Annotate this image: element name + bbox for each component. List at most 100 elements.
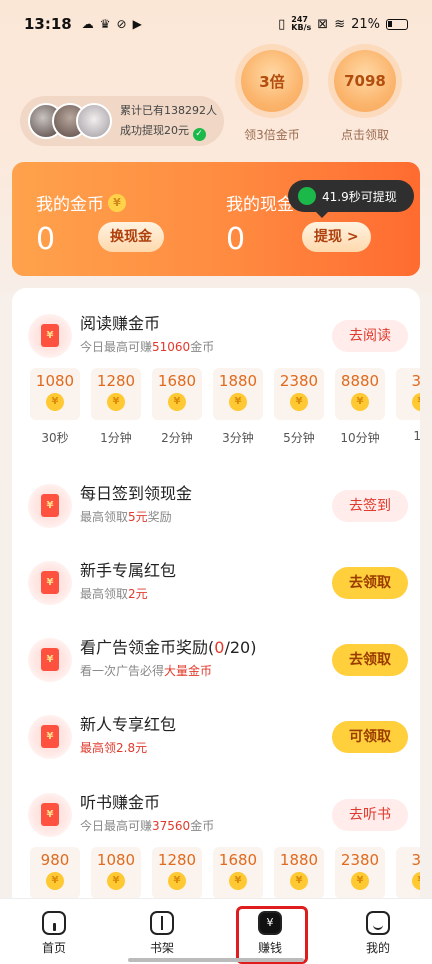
battery-percent: 21% — [351, 16, 380, 32]
coin-icon: ¥ — [290, 393, 308, 411]
clock: 13:18 — [24, 15, 72, 33]
tab-home[interactable]: 首页 — [0, 899, 108, 964]
task-newcomer-red-packet: ¥ 新人专享红包 最高领2.8元 可领取 — [12, 709, 420, 769]
task-title: 阅读赚金币 — [80, 314, 161, 333]
coin-icon: ¥ — [168, 872, 186, 890]
withdraw-success-text: 成功提现20元 — [120, 124, 189, 137]
tier-item[interactable]: 32¥ — [396, 847, 420, 899]
sim-off-icon: ⊠ — [317, 16, 329, 32]
check-in-button[interactable]: 去签到 — [332, 490, 408, 522]
wechat-icon — [298, 187, 316, 205]
coin-icon: ¥ — [412, 393, 420, 411]
bonus-label[interactable]: 领3倍金币 — [237, 126, 307, 143]
task-watch-ads: ¥ 看广告领金币奖励(0/20) 看一次广告必得大量金币 去领取 — [12, 632, 420, 692]
tab-earn[interactable]: ¥ 赚钱 — [216, 899, 324, 964]
tier-item[interactable]: 1080 ¥30秒 — [30, 368, 80, 446]
coin-icon: ¥ — [412, 872, 420, 890]
task-subtitle: 今日最高可赚37560金币 — [80, 819, 215, 833]
check-icon: ✓ — [192, 128, 206, 141]
coin-icon: ¥ — [290, 872, 308, 890]
coin-icon: ¥ — [351, 872, 369, 890]
cash-value: 0 — [226, 222, 246, 257]
task-title: 新手专属红包 — [80, 561, 177, 580]
reading-reward-tiers: 1080 ¥30秒 1280 ¥1分钟 1680 ¥2分钟 1880 ¥3分钟 2380… — [30, 368, 420, 446]
red-envelope-icon: ¥ — [28, 715, 72, 759]
coin-icon: ¥ — [229, 872, 247, 890]
red-envelope-icon: ¥ — [28, 793, 72, 837]
task-title: 听书赚金币 — [80, 793, 161, 812]
tier-item[interactable]: 1680 ¥2分钟 — [152, 368, 202, 446]
withdraw-countdown-tooltip: 41.9秒可提现 — [288, 180, 414, 218]
home-icon[interactable] — [42, 911, 66, 935]
coin-icon: ¥ — [168, 393, 186, 411]
coin-bubble[interactable]: 3倍 — [241, 50, 303, 112]
bonus-label[interactable]: 点击领取 — [330, 126, 400, 143]
task-newbie-red-packet: ¥ 新手专属红包 最高领取2元 去领取 — [12, 555, 420, 615]
coin-bubble[interactable]: 7098 — [334, 50, 396, 112]
cloud-icon: ☁ — [81, 17, 94, 31]
app-notification-icon: ⊘ — [116, 17, 127, 31]
claimable-button[interactable]: 可领取 — [332, 721, 408, 753]
home-indicator[interactable] — [128, 958, 304, 962]
status-bar: 13:18 ☁ ♛ ⊘ ▶ ▯ 247 KB/s ⊠ ≋ 21% — [0, 0, 432, 48]
net-speed: 247 KB/s — [291, 15, 312, 32]
coin-icon: ¥ — [351, 393, 369, 411]
social-proof-pill: 累计已有138292人 成功提现20元 ✓ — [20, 96, 224, 146]
claim-button[interactable]: 去领取 — [332, 567, 408, 599]
red-envelope-icon: ¥ — [28, 561, 72, 605]
exchange-cash-button[interactable]: 换现金 — [98, 222, 164, 252]
listening-reward-tiers: 980¥ 1080¥ 1280¥ 1680¥ 1880¥ 2380¥ 32¥ — [30, 847, 420, 899]
bookshelf-icon[interactable] — [150, 911, 174, 935]
task-list-card: ¥ 阅读赚金币 今日最高可赚51060金币 去阅读 1080 ¥30秒 1280 ¥… — [12, 288, 420, 928]
coin-icon: ¥ — [107, 393, 125, 411]
go-listen-button[interactable]: 去听书 — [332, 799, 408, 831]
tier-item[interactable]: 1080 ¥ — [91, 847, 141, 899]
money-bag-icon[interactable]: ¥ — [258, 911, 282, 935]
wifi-icon: ≋ — [334, 16, 346, 32]
coin-icon: ¥ — [229, 393, 247, 411]
withdraw-button[interactable]: 提现 > — [302, 222, 371, 252]
tier-item[interactable]: 2380 ¥5分钟 — [274, 368, 324, 446]
tier-item[interactable]: 8880 ¥10分钟 — [335, 368, 385, 446]
coin-icon: ¥ — [108, 193, 126, 212]
smiley-icon[interactable] — [366, 911, 390, 935]
coin-icon: ¥ — [46, 872, 64, 890]
bottom-tab-bar: 首页 书架 ¥ 赚钱 我的 — [0, 898, 432, 964]
coins-value: 0 — [36, 222, 56, 257]
task-read: ¥ 阅读赚金币 今日最高可赚51060金币 去阅读 — [12, 308, 420, 368]
vibrate-icon: ▯ — [278, 16, 286, 32]
tier-item[interactable]: 1880 ¥ — [274, 847, 324, 899]
play-icon: ▶ — [132, 17, 142, 31]
task-subtitle: 看一次广告必得大量金币 — [80, 664, 213, 678]
go-read-button[interactable]: 去阅读 — [332, 320, 408, 352]
claim-ad-reward-button[interactable]: 去领取 — [332, 644, 408, 676]
red-envelope-icon: ¥ — [28, 638, 72, 682]
tab-bookshelf[interactable]: 书架 — [108, 899, 216, 964]
tier-item[interactable]: 980 ¥ — [30, 847, 80, 899]
avatar — [76, 103, 112, 139]
tier-item[interactable]: 36¥15 — [396, 368, 420, 446]
task-subtitle: 最高领2.8元 — [80, 741, 148, 755]
task-listen: ¥ 听书赚金币 今日最高可赚37560金币 去听书 — [12, 787, 420, 847]
battery-icon — [386, 18, 408, 30]
task-title: 看广告领金币奖励(0/20) — [80, 638, 257, 657]
tier-item[interactable]: 1280 ¥1分钟 — [91, 368, 141, 446]
coin-icon: ¥ — [107, 872, 125, 890]
tier-item[interactable]: 1880 ¥3分钟 — [213, 368, 263, 446]
tier-item[interactable]: 1280 ¥ — [152, 847, 202, 899]
coins-title: 我的金币 — [36, 195, 104, 215]
claim-coins-bonus[interactable]: 7098 点击领取 — [330, 50, 400, 143]
task-subtitle: 最高领取2元 — [80, 587, 148, 601]
task-daily-checkin: ¥ 每日签到领现金 最高领取5元奖励 去签到 — [12, 478, 420, 538]
tier-item[interactable]: 1680 ¥ — [213, 847, 263, 899]
crown-icon: ♛ — [99, 17, 111, 31]
coin-icon: ¥ — [46, 393, 64, 411]
tab-mine[interactable]: 我的 — [324, 899, 432, 964]
red-envelope-icon: ¥ — [28, 484, 72, 528]
task-subtitle: 今日最高可赚51060金币 — [80, 340, 215, 354]
task-title: 新人专享红包 — [80, 715, 177, 734]
tier-item[interactable]: 2380 ¥ — [335, 847, 385, 899]
red-envelope-icon: ¥ — [28, 314, 72, 358]
cash-title: 我的现金 — [226, 195, 294, 215]
triple-coins-bonus[interactable]: 3倍 领3倍金币 — [237, 50, 307, 143]
